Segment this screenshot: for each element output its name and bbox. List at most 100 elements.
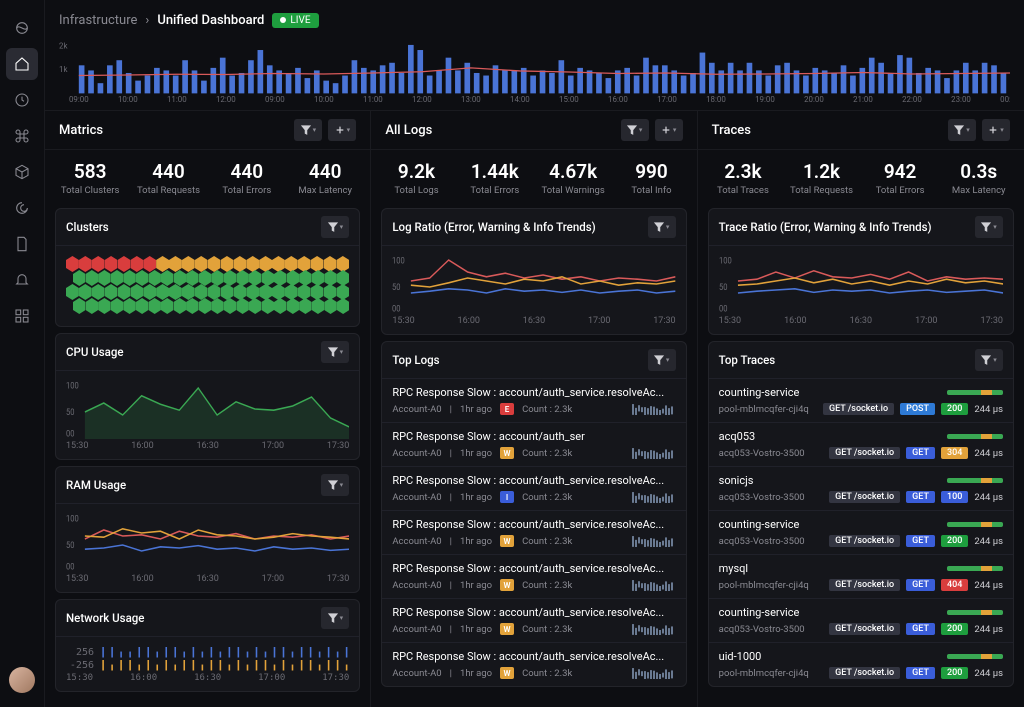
- cluster-hex[interactable]: [123, 270, 136, 286]
- trace-row[interactable]: sonicjs acq053-Vostro-3500 GET /socket.i…: [709, 467, 1013, 511]
- cluster-hex[interactable]: [259, 256, 272, 272]
- add-button[interactable]: [328, 119, 356, 141]
- cluster-hex[interactable]: [73, 270, 86, 286]
- cluster-hex[interactable]: [186, 298, 199, 314]
- cluster-hex[interactable]: [161, 298, 174, 314]
- cluster-hex[interactable]: [98, 298, 111, 314]
- cluster-hex[interactable]: [105, 284, 118, 300]
- cluster-hex[interactable]: [324, 298, 337, 314]
- cluster-hex[interactable]: [174, 270, 187, 286]
- cluster-hex[interactable]: [299, 270, 312, 286]
- cluster-hex[interactable]: [156, 256, 169, 272]
- filter-button[interactable]: [321, 607, 349, 629]
- cluster-hex[interactable]: [86, 298, 99, 314]
- cluster-hex[interactable]: [311, 256, 324, 272]
- cluster-hex[interactable]: [143, 256, 156, 272]
- file-icon[interactable]: [6, 228, 38, 260]
- cluster-hex[interactable]: [246, 256, 259, 272]
- cluster-hex[interactable]: [336, 284, 349, 300]
- cluster-hex[interactable]: [324, 256, 337, 272]
- cluster-hex[interactable]: [274, 270, 287, 286]
- cluster-hex[interactable]: [130, 256, 143, 272]
- cluster-hex[interactable]: [92, 284, 105, 300]
- cluster-hex[interactable]: [249, 298, 262, 314]
- bell-icon[interactable]: [6, 264, 38, 296]
- cluster-hex[interactable]: [118, 256, 131, 272]
- avatar[interactable]: [9, 667, 35, 693]
- cluster-hex[interactable]: [337, 298, 350, 314]
- trace-row[interactable]: uid-1000 pool-mblmcqfer-cji4q GET /socke…: [709, 643, 1013, 686]
- swirl-icon[interactable]: [6, 192, 38, 224]
- trace-row[interactable]: counting-service acq053-Vostro-3500 GET …: [709, 511, 1013, 555]
- cluster-hex[interactable]: [98, 270, 111, 286]
- grid-icon[interactable]: [6, 300, 38, 332]
- cluster-hex[interactable]: [298, 256, 311, 272]
- cluster-hex[interactable]: [130, 284, 143, 300]
- cluster-hex[interactable]: [123, 298, 136, 314]
- filter-button[interactable]: [321, 216, 349, 238]
- filter-button[interactable]: [648, 349, 676, 371]
- cluster-hex[interactable]: [136, 298, 149, 314]
- trace-row[interactable]: counting-service acq053-Vostro-3500 GET …: [709, 599, 1013, 643]
- cluster-hex[interactable]: [233, 284, 246, 300]
- breadcrumb-root[interactable]: Infrastructure: [59, 13, 137, 28]
- cluster-hex[interactable]: [233, 256, 246, 272]
- cluster-hex[interactable]: [324, 270, 337, 286]
- cluster-hex[interactable]: [199, 298, 212, 314]
- cluster-hex[interactable]: [79, 256, 92, 272]
- filter-button[interactable]: [975, 216, 1003, 238]
- cluster-hex[interactable]: [199, 270, 212, 286]
- cluster-hex[interactable]: [249, 270, 262, 286]
- cluster-hex[interactable]: [224, 270, 237, 286]
- cluster-hex[interactable]: [272, 284, 285, 300]
- cluster-hex[interactable]: [221, 284, 234, 300]
- log-row[interactable]: RPC Response Slow : account/auth_service…: [382, 467, 685, 511]
- log-row[interactable]: RPC Response Slow : account/auth_service…: [382, 643, 685, 686]
- cluster-hex[interactable]: [337, 270, 350, 286]
- cluster-hex[interactable]: [182, 256, 195, 272]
- log-row[interactable]: RPC Response Slow : account/auth_service…: [382, 555, 685, 599]
- cluster-hex[interactable]: [287, 270, 300, 286]
- cluster-hex[interactable]: [186, 270, 199, 286]
- filter-button[interactable]: [321, 474, 349, 496]
- filter-button[interactable]: [948, 119, 976, 141]
- cluster-hex[interactable]: [299, 298, 312, 314]
- cluster-hex[interactable]: [195, 256, 208, 272]
- add-button[interactable]: [655, 119, 683, 141]
- filter-button[interactable]: [294, 119, 322, 141]
- cluster-hex[interactable]: [236, 298, 249, 314]
- cluster-hex[interactable]: [105, 256, 118, 272]
- logo-icon[interactable]: [6, 12, 38, 44]
- cluster-hex[interactable]: [66, 284, 79, 300]
- cluster-hex[interactable]: [336, 256, 349, 272]
- log-row[interactable]: RPC Response Slow : account/auth_service…: [382, 599, 685, 643]
- cluster-hex[interactable]: [261, 270, 274, 286]
- cluster-hex[interactable]: [111, 270, 124, 286]
- cluster-hex[interactable]: [143, 284, 156, 300]
- filter-button[interactable]: [648, 216, 676, 238]
- cluster-hex[interactable]: [324, 284, 337, 300]
- cluster-hex[interactable]: [236, 270, 249, 286]
- command-icon[interactable]: [6, 120, 38, 152]
- cluster-hex[interactable]: [208, 256, 221, 272]
- cluster-hex[interactable]: [246, 284, 259, 300]
- clock-icon[interactable]: [6, 84, 38, 116]
- cluster-hex[interactable]: [272, 256, 285, 272]
- cluster-hex[interactable]: [221, 256, 234, 272]
- cluster-hex[interactable]: [211, 298, 224, 314]
- trace-row[interactable]: counting-service pool-mblmcqfer-cji4q GE…: [709, 379, 1013, 423]
- cluster-hex[interactable]: [182, 284, 195, 300]
- filter-button[interactable]: [321, 341, 349, 363]
- filter-button[interactable]: [975, 349, 1003, 371]
- cluster-hex[interactable]: [259, 284, 272, 300]
- log-row[interactable]: RPC Response Slow : account/auth_service…: [382, 511, 685, 555]
- cluster-hex[interactable]: [148, 298, 161, 314]
- add-button[interactable]: [982, 119, 1010, 141]
- cluster-hex[interactable]: [224, 298, 237, 314]
- cluster-hex[interactable]: [298, 284, 311, 300]
- cluster-hex[interactable]: [66, 256, 79, 272]
- cluster-hex[interactable]: [169, 256, 182, 272]
- cluster-hex[interactable]: [195, 284, 208, 300]
- cluster-hex[interactable]: [136, 270, 149, 286]
- log-row[interactable]: RPC Response Slow : account/auth_ser Acc…: [382, 423, 685, 467]
